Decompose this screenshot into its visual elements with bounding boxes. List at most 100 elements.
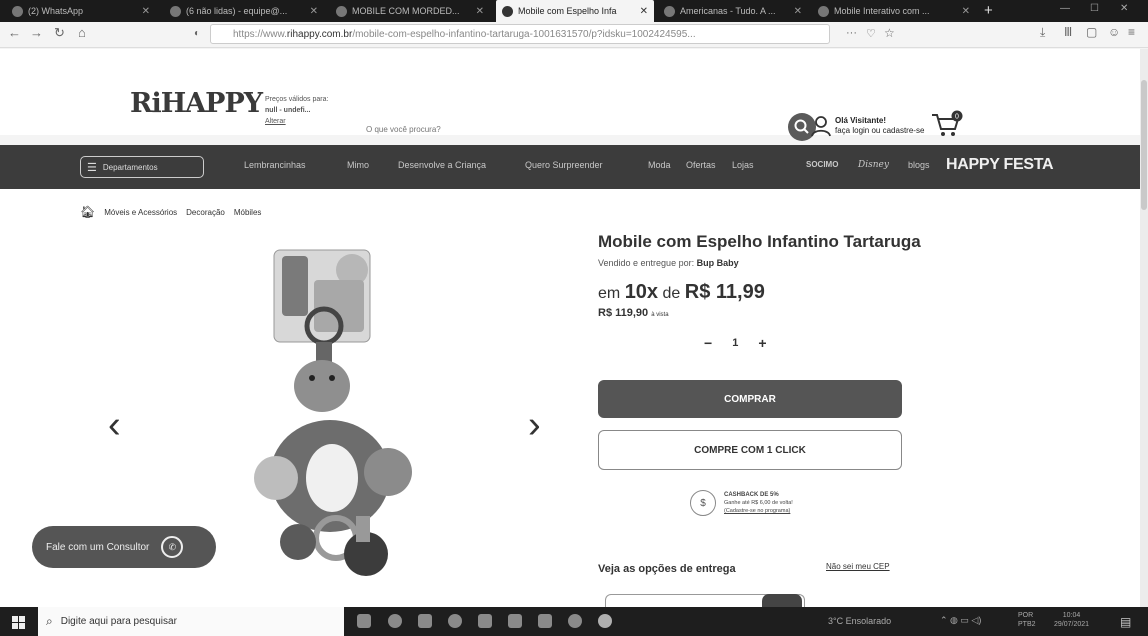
departments-button[interactable]: ☰ Departamentos xyxy=(80,156,204,178)
menu-icon[interactable]: ≡ xyxy=(1128,25,1135,39)
scrollbar-thumb[interactable] xyxy=(1141,80,1147,210)
breadcrumb-item[interactable]: Móveis e Acessórios xyxy=(104,208,177,217)
language-indicator[interactable]: POR PTB2 xyxy=(1018,611,1036,629)
maximize-icon[interactable]: ☐ xyxy=(1090,3,1099,14)
close-icon[interactable]: ✕ xyxy=(310,6,318,17)
store-app-icon[interactable] xyxy=(478,614,492,628)
chat-consultant-button[interactable]: Fale com um Consultor ✆ xyxy=(32,526,216,568)
close-icon[interactable]: ✕ xyxy=(962,6,970,17)
file-explorer-icon[interactable] xyxy=(538,614,552,628)
pocket-icon[interactable]: ♡ xyxy=(866,27,876,40)
account-icon[interactable]: ☺ xyxy=(1108,25,1120,39)
cashback-info: $ CASHBACK DE 5% Ganhe até R$ 6,00 de vo… xyxy=(690,490,793,516)
nav-link-moda[interactable]: Moda xyxy=(648,160,671,170)
edge-app-icon[interactable] xyxy=(568,614,582,628)
minimize-icon[interactable]: — xyxy=(1060,3,1070,14)
hamburger-icon: ☰ xyxy=(87,161,97,174)
rihappy-logo[interactable]: RiHAPPY xyxy=(130,88,263,119)
cash-price-value: R$ 119,90 xyxy=(598,307,649,319)
shield-icon[interactable]: ◐ xyxy=(194,28,200,39)
browser-app-icon[interactable] xyxy=(388,614,402,628)
whatsapp-icon: ✆ xyxy=(161,536,184,558)
installment-count: 10x xyxy=(624,281,659,303)
increase-quantity-button[interactable]: + xyxy=(758,335,766,351)
user-icon[interactable] xyxy=(809,114,833,138)
tab-mobile-interativo[interactable]: Mobile Interativo com ... ✕ xyxy=(812,0,976,22)
login-link[interactable]: faça login ou cadastre-se xyxy=(835,126,924,136)
back-icon[interactable]: ← xyxy=(8,25,21,40)
breadcrumb-item[interactable]: Decoração xyxy=(186,208,225,217)
excel-app-icon[interactable] xyxy=(508,614,522,628)
tab-americanas[interactable]: Americanas - Tudo. A ... ✕ xyxy=(658,0,808,22)
nav-link-desenvolve[interactable]: Desenvolve a Criança xyxy=(398,160,486,170)
taskbar-clock[interactable]: 10:04 29/07/2021 xyxy=(1054,611,1089,629)
buy-button[interactable]: COMPRAR xyxy=(598,380,902,418)
taskbar-search[interactable]: ⌕ Digite aqui para pesquisar xyxy=(38,607,344,636)
windows-start-icon[interactable] xyxy=(12,616,25,629)
tab-label: (2) WhatsApp xyxy=(28,6,84,16)
carousel-next-button[interactable]: › xyxy=(528,406,541,444)
user-greeting[interactable]: Olá Visitante! faça login ou cadastre-se xyxy=(835,116,924,136)
chrome-app-icon[interactable] xyxy=(448,614,462,628)
url-host: rihappy.com.br xyxy=(286,28,353,40)
new-tab-button[interactable]: + xyxy=(984,2,993,19)
cashback-signup-link[interactable]: (Cadastre-se no programa) xyxy=(724,508,790,514)
forward-icon[interactable]: → xyxy=(30,25,43,40)
one-click-buy-button[interactable]: COMPRE COM 1 CLICK xyxy=(598,430,902,470)
change-region-link[interactable]: Alterar xyxy=(265,116,335,127)
seller-name[interactable]: Bup Baby xyxy=(697,258,739,268)
seller-prefix: Vendido e entregue por: xyxy=(598,258,695,268)
sidebar-icon[interactable]: ▢ xyxy=(1086,25,1097,39)
installment-prefix: em xyxy=(598,285,621,302)
library-icon[interactable]: Ⅲ xyxy=(1064,25,1072,39)
nav-link-mimo[interactable]: Mimo xyxy=(347,160,369,170)
nav-happy-festa[interactable]: HAPPY FESTA xyxy=(946,156,1054,174)
system-tray-icons[interactable]: ⌃ ◍ ▭ ◁) xyxy=(940,615,981,626)
cart-icon[interactable]: 0 xyxy=(930,110,964,140)
nav-brand-socimo[interactable]: SOCIMO xyxy=(806,160,838,169)
search-input[interactable] xyxy=(360,114,770,144)
whatsapp-icon xyxy=(12,5,23,17)
firefox-app-icon[interactable] xyxy=(598,614,612,628)
tab-mobile-mordedor[interactable]: MOBILE COM MORDED... ✕ xyxy=(330,0,490,22)
unknown-cep-link[interactable]: Não sei meu CEP xyxy=(826,562,890,571)
cash-price-suffix: à vista xyxy=(651,312,669,318)
task-view-icon[interactable] xyxy=(357,614,371,628)
browser-nav-bar: ← → ↻ ⌂ https://www. rihappy.com.br/mobil… xyxy=(0,22,1148,48)
weather-widget[interactable]: 3°C Ensolarado xyxy=(828,616,891,626)
carousel-prev-button[interactable]: ‹ xyxy=(108,406,121,444)
download-icon[interactable]: ⤓ xyxy=(1040,25,1045,40)
decrease-quantity-button[interactable]: − xyxy=(704,335,712,351)
departments-bar: ☰ Departamentos Lembrancinhas Mimo Desen… xyxy=(0,145,1140,189)
quantity-value[interactable]: 1 xyxy=(732,337,738,349)
installment-value: R$ 11,99 xyxy=(684,281,765,303)
close-icon[interactable]: ✕ xyxy=(640,6,648,17)
notification-icon[interactable]: ▤ xyxy=(1120,615,1131,629)
nav-link-lojas[interactable]: Lojas xyxy=(732,160,754,170)
close-icon[interactable]: ✕ xyxy=(142,6,150,17)
nav-link-blogs[interactable]: blogs xyxy=(908,160,930,170)
tab-whatsapp[interactable]: (2) WhatsApp ✕ xyxy=(6,0,156,22)
nav-link-lembrancinhas[interactable]: Lembrancinhas xyxy=(244,160,306,170)
url-bar[interactable]: https://www. rihappy.com.br/mobile-com-es… xyxy=(210,24,830,44)
close-icon[interactable]: ✕ xyxy=(476,6,484,17)
product-image[interactable] xyxy=(248,246,428,586)
home-icon[interactable]: 🏠︎ xyxy=(80,205,95,219)
bookmark-star-icon[interactable]: ☆ xyxy=(884,26,895,40)
breadcrumb-item[interactable]: Móbiles xyxy=(234,208,262,217)
nav-link-ofertas[interactable]: Ofertas xyxy=(686,160,716,170)
tab-active-product[interactable]: Mobile com Espelho Infa ✕ xyxy=(496,0,654,22)
tab-email[interactable]: (6 não lidas) - equipe@... ✕ xyxy=(164,0,324,22)
tab-label: MOBILE COM MORDED... xyxy=(352,6,460,16)
mail-app-icon[interactable] xyxy=(418,614,432,628)
reload-icon[interactable]: ↻ xyxy=(54,25,65,41)
cep-submit-button[interactable] xyxy=(762,594,802,608)
close-icon[interactable]: ✕ xyxy=(794,6,802,17)
more-icon[interactable]: ··· xyxy=(846,27,857,39)
installment-mid: de xyxy=(662,285,681,302)
home-icon[interactable]: ⌂ xyxy=(78,25,86,40)
close-window-icon[interactable]: ✕ xyxy=(1120,3,1128,14)
nav-link-surpreender[interactable]: Quero Surpreender xyxy=(525,160,603,170)
site-icon xyxy=(502,5,513,17)
nav-brand-disney[interactable]: Disney xyxy=(858,160,889,170)
